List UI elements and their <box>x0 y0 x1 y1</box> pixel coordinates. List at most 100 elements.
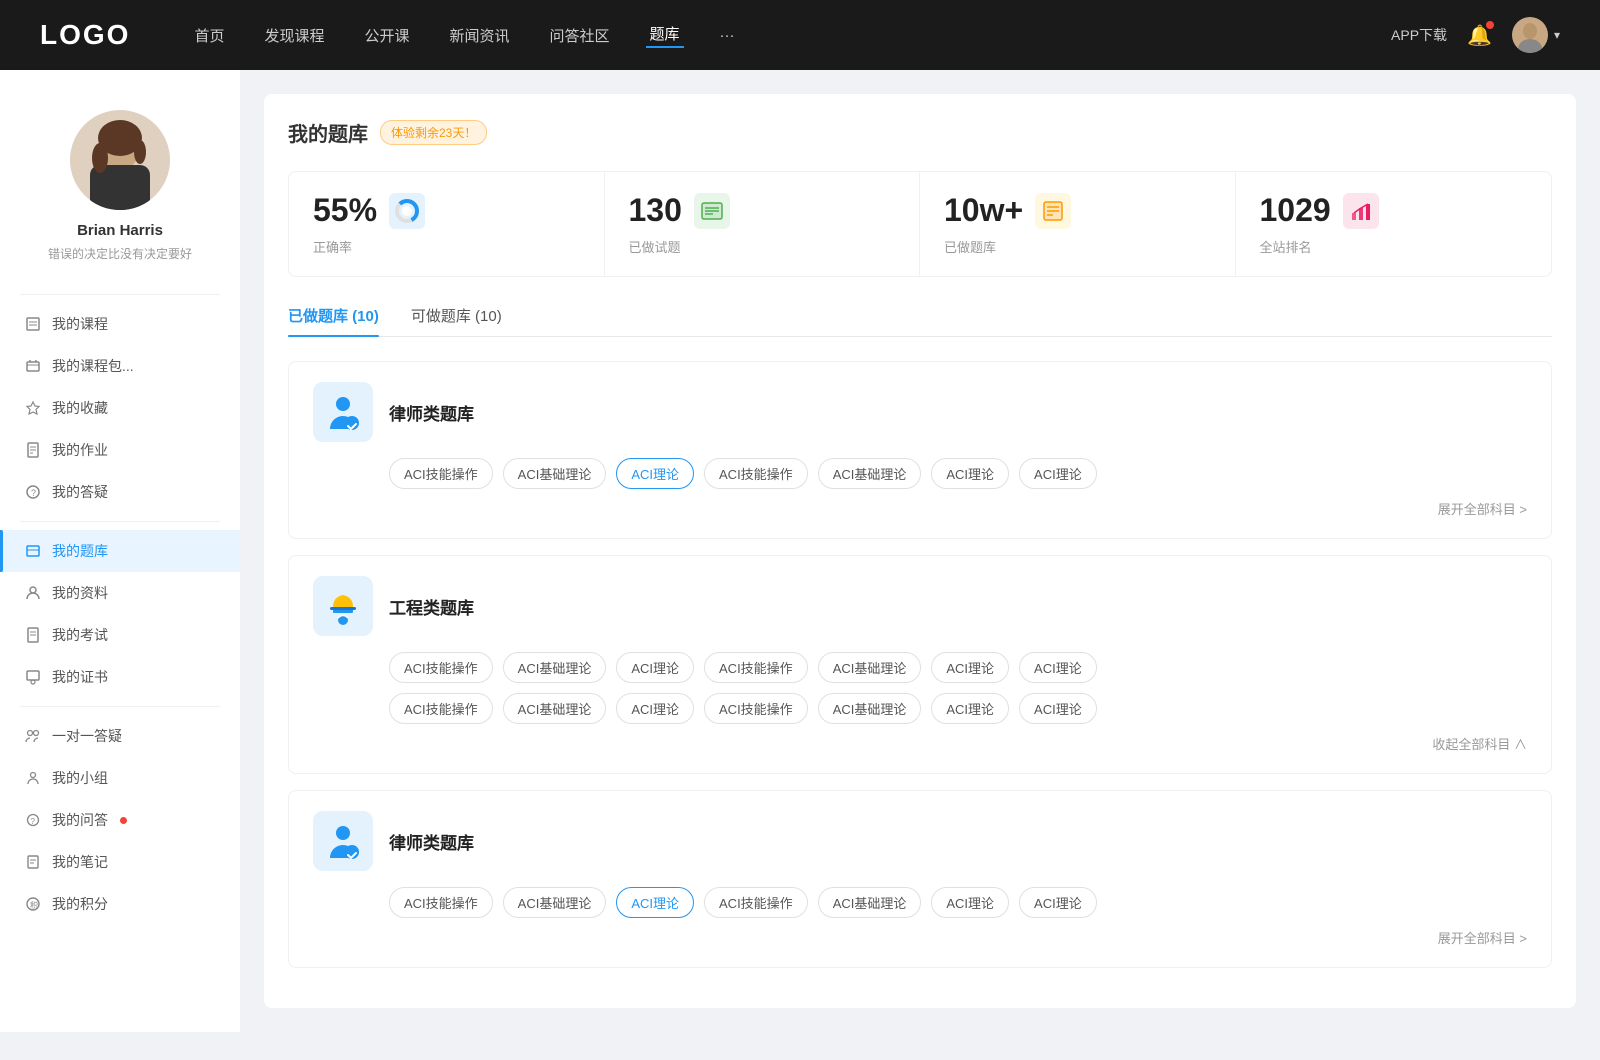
notification-bell[interactable]: 🔔 <box>1467 23 1492 48</box>
svg-text:?: ? <box>31 488 36 498</box>
bank-tag[interactable]: ACI技能操作 <box>389 887 493 918</box>
bank-tag-active[interactable]: ACI理论 <box>616 458 694 489</box>
bank-card-0-header: 律师类题库 <box>313 382 1527 442</box>
chart-icon <box>1343 193 1379 229</box>
sidebar-item-cert-label: 我的证书 <box>52 667 108 687</box>
points-icon: 积 <box>24 895 42 913</box>
stat-ranking-top: 1029 <box>1260 192 1528 229</box>
bank-tag[interactable]: ACI技能操作 <box>704 693 808 724</box>
bank-tag[interactable]: ACI基础理论 <box>818 458 922 489</box>
trial-badge: 体验剩余23天！ <box>380 120 487 145</box>
bank-tag[interactable]: ACI基础理论 <box>818 693 922 724</box>
sidebar-item-course-label: 我的课程 <box>52 314 108 334</box>
nav-home[interactable]: 首页 <box>190 25 228 46</box>
avatar <box>1512 17 1548 53</box>
nav-qa[interactable]: 问答社区 <box>546 25 614 46</box>
sidebar-item-cert[interactable]: 我的证书 <box>0 656 240 698</box>
sidebar: Brian Harris 错误的决定比没有决定要好 我的课程 我的课程包... <box>0 70 240 1032</box>
sidebar-divider-mid2 <box>20 706 220 707</box>
sidebar-item-exam-label: 我的考试 <box>52 625 108 645</box>
bank-card-2-title: 律师类题库 <box>389 829 474 854</box>
sidebar-item-qa-label: 我的答疑 <box>52 482 108 502</box>
bank-tag[interactable]: ACI理论 <box>931 652 1009 683</box>
sidebar-menu: 我的课程 我的课程包... 我的收藏 我的作业 <box>0 303 240 925</box>
sidebar-item-favorites-label: 我的收藏 <box>52 398 108 418</box>
package-icon <box>24 357 42 375</box>
bank-tag[interactable]: ACI理论 <box>1019 652 1097 683</box>
tab-done[interactable]: 已做题库 (10) <box>288 305 379 336</box>
note-icon <box>24 853 42 871</box>
stats-row: 55% 正确率 130 <box>288 171 1552 277</box>
bank-tag[interactable]: ACI基础理论 <box>818 887 922 918</box>
bank-card-2-expand[interactable]: 展开全部科目 > <box>313 928 1527 947</box>
nav-bank[interactable]: 题库 <box>646 23 684 48</box>
bank-card-1-expand[interactable]: 收起全部科目 ∧ <box>313 734 1527 753</box>
sidebar-item-homework[interactable]: 我的作业 <box>0 429 240 471</box>
sidebar-item-package[interactable]: 我的课程包... <box>0 345 240 387</box>
sidebar-item-tutor[interactable]: 一对一答疑 <box>0 715 240 757</box>
stat-done-banks-value: 10w+ <box>944 192 1023 229</box>
group-icon <box>24 769 42 787</box>
sidebar-item-favorites[interactable]: 我的收藏 <box>0 387 240 429</box>
bank-tag[interactable]: ACI技能操作 <box>704 652 808 683</box>
user-avatar-area[interactable]: ▾ <box>1512 17 1560 53</box>
course-icon <box>24 315 42 333</box>
bank-tag[interactable]: ACI技能操作 <box>704 887 808 918</box>
nav-open-course[interactable]: 公开课 <box>360 25 413 46</box>
sidebar-divider-mid1 <box>20 521 220 522</box>
bank-tag[interactable]: ACI基础理论 <box>503 693 607 724</box>
bank-tag[interactable]: ACI基础理论 <box>503 887 607 918</box>
homework-icon <box>24 441 42 459</box>
bank-tag[interactable]: ACI理论 <box>931 458 1009 489</box>
sidebar-item-points[interactable]: 积 我的积分 <box>0 883 240 925</box>
bank-tag[interactable]: ACI理论 <box>1019 887 1097 918</box>
bank-card-0: 律师类题库 ACI技能操作 ACI基础理论 ACI理论 ACI技能操作 ACI基… <box>288 361 1552 539</box>
main-content: 我的题库 体验剩余23天！ 55% <box>240 70 1600 1032</box>
bank-tag[interactable]: ACI理论 <box>1019 458 1097 489</box>
exam-icon <box>24 626 42 644</box>
qa-icon: ? <box>24 811 42 829</box>
bank-tag[interactable]: ACI理论 <box>1019 693 1097 724</box>
sidebar-item-qa[interactable]: ? 我的答疑 <box>0 471 240 513</box>
main-layout: Brian Harris 错误的决定比没有决定要好 我的课程 我的课程包... <box>0 70 1600 1032</box>
bank-tag[interactable]: ACI基础理论 <box>503 458 607 489</box>
bank-tag[interactable]: ACI理论 <box>931 693 1009 724</box>
bank-tag[interactable]: ACI理论 <box>616 693 694 724</box>
sidebar-item-course[interactable]: 我的课程 <box>0 303 240 345</box>
sidebar-item-myqa-label: 我的问答 <box>52 810 108 830</box>
pie-icon <box>389 193 425 229</box>
stat-done-banks-label: 已做题库 <box>944 237 1211 256</box>
nav-more[interactable]: ··· <box>716 27 739 44</box>
bank-tag[interactable]: ACI理论 <box>616 652 694 683</box>
bank-tag[interactable]: ACI技能操作 <box>389 652 493 683</box>
bank-card-1-title: 工程类题库 <box>389 594 474 619</box>
sidebar-item-notes[interactable]: 我的笔记 <box>0 841 240 883</box>
bank-tag[interactable]: ACI基础理论 <box>503 652 607 683</box>
user-menu-chevron: ▾ <box>1554 28 1560 42</box>
sidebar-item-profile[interactable]: 我的资料 <box>0 572 240 614</box>
book-icon <box>1035 193 1071 229</box>
bank-card-1-header: 工程类题库 <box>313 576 1527 636</box>
sidebar-item-myqa[interactable]: ? 我的问答 <box>0 799 240 841</box>
sidebar-item-group[interactable]: 我的小组 <box>0 757 240 799</box>
bank-tag[interactable]: ACI基础理论 <box>818 652 922 683</box>
bank-tag[interactable]: ACI技能操作 <box>389 458 493 489</box>
myqa-notification-dot <box>120 817 127 824</box>
nav-courses[interactable]: 发现课程 <box>260 25 328 46</box>
bank-card-1-tags-row2: ACI技能操作 ACI基础理论 ACI理论 ACI技能操作 ACI基础理论 AC… <box>313 693 1527 724</box>
main-header: LOGO 首页 发现课程 公开课 新闻资讯 问答社区 题库 ··· APP下载 … <box>0 0 1600 70</box>
stat-accuracy: 55% 正确率 <box>289 172 605 276</box>
bank-tag-active[interactable]: ACI理论 <box>616 887 694 918</box>
tab-available[interactable]: 可做题库 (10) <box>411 305 502 336</box>
tutor-icon <box>24 727 42 745</box>
bank-tag[interactable]: ACI技能操作 <box>704 458 808 489</box>
nav-news[interactable]: 新闻资讯 <box>446 25 514 46</box>
notification-dot <box>1486 21 1494 29</box>
bank-tag[interactable]: ACI技能操作 <box>389 693 493 724</box>
app-download-button[interactable]: APP下载 <box>1391 25 1447 45</box>
sidebar-item-bank[interactable]: 我的题库 <box>0 530 240 572</box>
bank-card-0-expand[interactable]: 展开全部科目 > <box>313 499 1527 518</box>
page-header: 我的题库 体验剩余23天！ <box>288 118 1552 147</box>
bank-tag[interactable]: ACI理论 <box>931 887 1009 918</box>
sidebar-item-exam[interactable]: 我的考试 <box>0 614 240 656</box>
